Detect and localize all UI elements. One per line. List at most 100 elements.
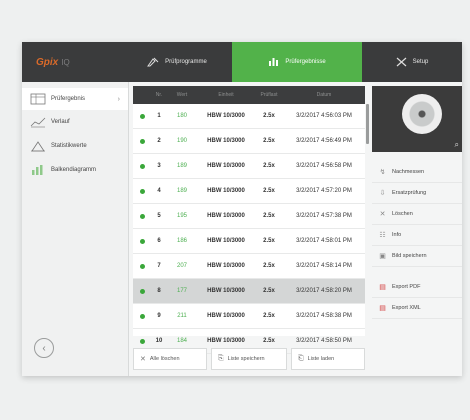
tab-pruefprogramme[interactable]: Prüfprogramme: [122, 42, 232, 82]
status-dot: [133, 213, 151, 219]
cell-method: HBW 10/3000: [207, 213, 245, 219]
save-image-button[interactable]: ▣ Bild speichern: [372, 246, 462, 267]
cell-load: 2.5x: [263, 138, 275, 144]
sidebar-item-label: Balkendiagramm: [51, 167, 97, 173]
table-actions: ✕ Alle löschen ⎘ Liste speichern ⎗ Liste…: [133, 342, 365, 376]
column-header-datum[interactable]: Datum: [283, 92, 365, 98]
cell-number: 7: [157, 263, 161, 269]
column-header-nr[interactable]: Nr.: [151, 92, 167, 98]
table-row[interactable]: 5 195 HBW 10/3000 2.5x 3/2/2017 4:57:38 PM: [133, 204, 365, 229]
table-body: 1 180 HBW 10/3000 2.5x 3/2/2017 4:56:03 PM 2 1…: [133, 104, 365, 354]
button-label: Löschen: [392, 211, 413, 217]
column-header-pruflast[interactable]: Prüflast: [255, 92, 283, 98]
cell-value: 180: [176, 113, 187, 119]
sidebar-item-label: Statistikwerte: [51, 143, 87, 149]
table-row[interactable]: 9 211 HBW 10/3000 2.5x 3/2/2017 4:58:38 PM: [133, 304, 365, 329]
substitute-test-button[interactable]: ⇩ Ersatzprüfung: [372, 183, 462, 204]
cell-number: 4: [157, 188, 161, 194]
button-label: Ersatzprüfung: [392, 190, 427, 196]
table-icon: [30, 93, 46, 105]
logo-text: Gpix: [36, 56, 59, 68]
info-icon: ☷: [379, 232, 386, 239]
cell-value: 207: [176, 263, 187, 269]
cell-date: 3/2/2017 4:58:38 PM: [296, 313, 352, 319]
delete-button[interactable]: ✕ Löschen: [372, 204, 462, 225]
sidebar-item-balkendiagramm[interactable]: Balkendiagramm: [22, 158, 128, 182]
table-row[interactable]: 2 190 HBW 10/3000 2.5x 3/2/2017 4:56:49 PM: [133, 129, 365, 154]
cell-load: 2.5x: [263, 288, 275, 294]
table-row[interactable]: 3 189 HBW 10/3000 2.5x 3/2/2017 4:56:58 PM: [133, 154, 365, 179]
back-button[interactable]: ‹: [34, 338, 54, 358]
table-row[interactable]: 7 207 HBW 10/3000 2.5x 3/2/2017 4:58:14 PM: [133, 254, 365, 279]
status-dot: [133, 188, 151, 194]
bar-chart-icon: [32, 165, 43, 175]
app-logo: Gpix IQ: [22, 42, 122, 82]
pdf-icon: ▤: [379, 284, 386, 291]
cell-value: 189: [176, 188, 187, 194]
status-dot: [133, 138, 151, 144]
column-header-einheit[interactable]: Einheit: [197, 92, 255, 98]
cell-load: 2.5x: [263, 163, 275, 169]
status-ok-icon: [139, 288, 145, 294]
cell-load: 2.5x: [263, 113, 275, 119]
tab-pruefergebnisse[interactable]: Prüfergebnisse: [232, 42, 362, 82]
table-row[interactable]: 1 180 HBW 10/3000 2.5x 3/2/2017 4:56:03 PM: [133, 104, 365, 129]
close-icon: ✕: [379, 211, 386, 218]
info-button[interactable]: ☷ Info: [372, 225, 462, 246]
cell-value: 186: [176, 238, 187, 244]
xml-icon: ▤: [379, 305, 386, 312]
status-ok-icon: [139, 163, 145, 169]
cell-load: 2.5x: [263, 188, 275, 194]
table-header: Nr. Wert Einheit Prüflast Datum: [133, 86, 365, 104]
sidebar-item-verlauf[interactable]: Verlauf: [22, 110, 128, 134]
status-ok-icon: [139, 113, 145, 119]
sidebar: Prüfergebnis › Verlauf Statistikwerte Ba…: [22, 82, 129, 376]
indentation-image: [402, 94, 442, 134]
table-row[interactable]: 6 186 HBW 10/3000 2.5x 3/2/2017 4:58:01 PM: [133, 229, 365, 254]
wrench-icon: [396, 57, 407, 67]
cell-number: 3: [157, 163, 161, 169]
table-row[interactable]: 4 189 HBW 10/3000 2.5x 3/2/2017 4:57:20 PM: [133, 179, 365, 204]
pen-tools-icon: [147, 57, 159, 67]
remeasure-icon: ↯: [379, 169, 386, 176]
cell-value: 177: [176, 288, 187, 294]
cell-method: HBW 10/3000: [207, 238, 245, 244]
top-navigation-bar: Gpix IQ Prüfprogramme Prüfergebnisse Set…: [22, 42, 462, 82]
cell-date: 3/2/2017 4:58:20 PM: [296, 288, 352, 294]
cell-date: 3/2/2017 4:56:49 PM: [296, 138, 352, 144]
magnifier-icon[interactable]: ⌕: [455, 140, 459, 150]
status-ok-icon: [139, 313, 145, 319]
sidebar-item-pruefergebnis[interactable]: Prüfergebnis ›: [22, 88, 128, 110]
table-scrollbar[interactable]: [366, 104, 369, 144]
button-label: Alle löschen: [149, 356, 180, 362]
cell-date: 3/2/2017 4:58:01 PM: [296, 238, 352, 244]
load-list-button[interactable]: ⎗ Liste laden: [291, 348, 365, 370]
delete-all-button[interactable]: ✕ Alle löschen: [133, 348, 207, 370]
button-label: Export PDF: [392, 284, 421, 290]
save-list-icon: ⎘: [218, 355, 224, 362]
tab-setup[interactable]: Setup: [362, 42, 462, 82]
cell-number: 9: [157, 313, 161, 319]
sidebar-item-statistikwerte[interactable]: Statistikwerte: [22, 134, 128, 158]
cell-method: HBW 10/3000: [207, 288, 245, 294]
sidebar-item-label: Verlauf: [51, 119, 70, 125]
cell-load: 2.5x: [263, 238, 275, 244]
remeasure-button[interactable]: ↯ Nachmessen: [372, 162, 462, 183]
export-xml-button[interactable]: ▤ Export XML: [372, 298, 462, 319]
button-label: Nachmessen: [392, 169, 425, 175]
cell-method: HBW 10/3000: [207, 163, 245, 169]
cell-date: 3/2/2017 4:57:38 PM: [296, 213, 352, 219]
indentation-image-preview[interactable]: ⌕: [372, 86, 462, 152]
export-pdf-button[interactable]: ▤ Export PDF: [372, 277, 462, 298]
status-ok-icon: [139, 213, 145, 219]
cell-number: 8: [157, 288, 161, 294]
right-action-panel: ⌕ ↯ Nachmessen ⇩ Ersatzprüfung ✕ Löschen…: [372, 86, 462, 376]
status-dot: [133, 263, 151, 269]
table-row[interactable]: 8 177 HBW 10/3000 2.5x 3/2/2017 4:58:20 PM: [133, 279, 365, 304]
save-list-button[interactable]: ⎘ Liste speichern: [211, 348, 287, 370]
app-window: Gpix IQ Prüfprogramme Prüfergebnisse Set…: [22, 42, 462, 376]
column-header-wert[interactable]: Wert: [167, 92, 197, 98]
status-dot: [133, 163, 151, 169]
sidebar-item-label: Prüfergebnis: [51, 96, 86, 102]
status-dot: [133, 288, 151, 294]
